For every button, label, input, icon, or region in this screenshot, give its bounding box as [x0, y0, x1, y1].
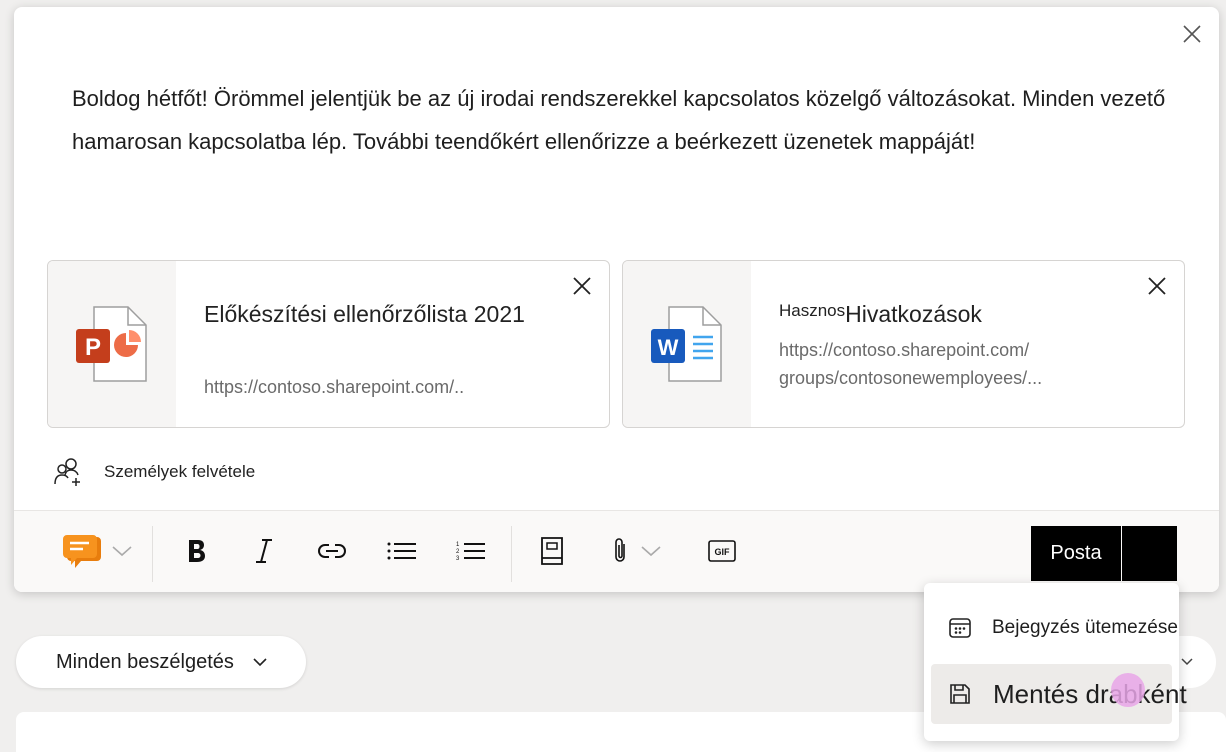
save-icon	[948, 682, 972, 706]
svg-text:3: 3	[456, 556, 460, 562]
post-options-menu: Bejegyzés ütemezése Mentés drabként	[924, 583, 1187, 741]
add-people-label: Személyek felvétele	[104, 462, 256, 481]
attachment-title[interactable]: Előkészítési ellenőrzőlista 2021	[204, 297, 534, 332]
message-body[interactable]: Boldog hétfőt! Örömmel jelentjük be az ú…	[72, 77, 1192, 163]
add-people-button[interactable]: Személyek felvétele	[54, 457, 255, 487]
chevron-down-icon	[641, 546, 661, 557]
calendar-icon	[948, 616, 972, 640]
italic-button[interactable]	[246, 529, 282, 573]
sticker-book-icon	[541, 537, 563, 565]
svg-text:P: P	[85, 334, 101, 361]
chevron-down-icon	[1181, 658, 1193, 666]
post-options-button[interactable]	[1122, 526, 1177, 581]
bold-button[interactable]	[179, 529, 215, 573]
remove-attachment-icon[interactable]	[1146, 275, 1168, 297]
attachment-title[interactable]: HasznosHivatkozások	[779, 293, 1109, 332]
toolbar-divider	[152, 526, 153, 582]
conversation-filter-dropdown[interactable]: Minden beszélgetés	[16, 636, 306, 688]
toolbar-divider	[511, 526, 512, 582]
link-icon	[318, 544, 346, 558]
numbered-list-button[interactable]: 1 2 3	[451, 529, 491, 573]
word-file-icon: W	[651, 306, 722, 382]
post-button[interactable]: Posta	[1031, 526, 1121, 581]
svg-text:2: 2	[456, 549, 460, 555]
attachment-url-line1: https://contoso.sharepoint.com/	[779, 340, 1030, 360]
bulleted-list-icon	[387, 542, 416, 560]
attachment-thumbnail: P	[48, 261, 176, 427]
powerpoint-file-icon: P	[76, 306, 147, 382]
pointer-highlight	[1111, 673, 1145, 707]
attachment-title-prefix: Hasznos	[779, 301, 846, 320]
attach-button[interactable]	[606, 529, 668, 573]
gif-label: GIF	[715, 547, 731, 557]
numbered-list-icon: 1 2 3	[456, 542, 485, 562]
attachment-card-word[interactable]: W HasznosHivatkozások https://contoso.sh…	[622, 260, 1185, 428]
formatting-toolbar: 1 2 3 GIF Posta	[14, 510, 1219, 592]
sticker-book-button[interactable]	[532, 529, 572, 573]
praise-button[interactable]	[58, 529, 138, 573]
attachment-thumbnail: W	[623, 261, 751, 427]
bold-icon	[189, 540, 205, 562]
close-icon[interactable]	[1181, 23, 1203, 45]
chevron-down-icon	[253, 658, 267, 667]
attachment-url-line2: groups/contosonewemployees/...	[779, 368, 1043, 388]
attach-icon	[615, 538, 625, 562]
post-composer: Boldog hétfőt! Örömmel jelentjük be az ú…	[14, 7, 1219, 592]
gif-icon: GIF	[708, 540, 736, 562]
schedule-post-label: Bejegyzés ütemezése	[992, 617, 1178, 638]
bulleted-list-button[interactable]	[382, 529, 422, 573]
italic-icon	[256, 539, 272, 563]
attachment-url: https://contoso.sharepoint.com/..	[204, 377, 465, 397]
gif-button[interactable]: GIF	[702, 529, 742, 573]
save-as-draft-label: Mentés drabként	[993, 678, 1187, 709]
add-people-icon	[54, 458, 80, 486]
svg-text:W: W	[658, 335, 679, 360]
praise-icon	[63, 535, 101, 568]
link-button[interactable]	[312, 529, 352, 573]
remove-attachment-icon[interactable]	[571, 275, 593, 297]
schedule-post-menu-item[interactable]: Bejegyzés ütemezése	[931, 598, 1178, 658]
svg-text:1: 1	[456, 542, 460, 548]
chevron-down-icon	[112, 546, 132, 557]
attachment-card-powerpoint[interactable]: P Előkészítési ellenőrzőlista 2021 https…	[47, 260, 610, 428]
attachment-title-main: Hivatkozások	[845, 301, 982, 327]
filter-label: Minden beszélgetés	[56, 650, 234, 673]
